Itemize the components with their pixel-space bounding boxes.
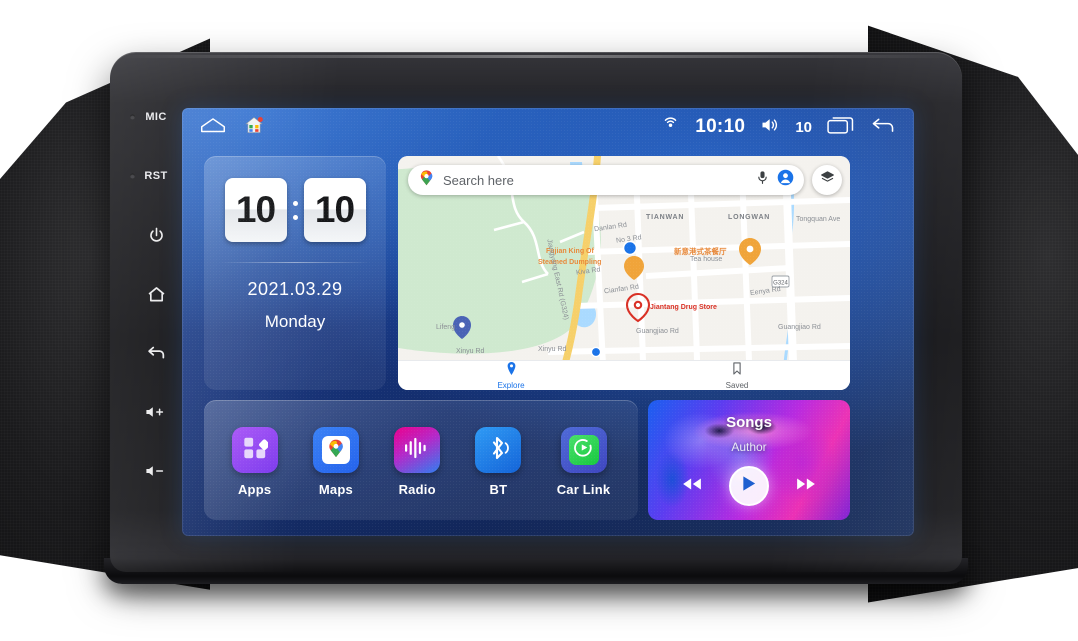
map-label: Lifeng — [436, 324, 456, 331]
head-unit-body: MIC RST 10:10 10 10 10 2021.03.29 Monday… — [104, 52, 968, 584]
layers-icon — [820, 170, 835, 190]
volume-level: 10 — [795, 118, 812, 136]
map-search-bar[interactable]: Search here — [408, 165, 804, 195]
volume-up-icon — [144, 404, 168, 420]
maps-chip — [321, 436, 350, 464]
back-key[interactable] — [128, 323, 184, 382]
google-maps-pin-icon — [418, 169, 435, 191]
app-shortcut-radio[interactable]: Radio — [394, 427, 441, 497]
status-bar: 10:10 10 — [182, 108, 914, 146]
map-bottom-nav: Explore Saved — [398, 360, 850, 390]
status-back-icon[interactable] — [870, 115, 896, 140]
bookmark-icon — [732, 361, 742, 380]
clock-weekday: Monday — [264, 312, 326, 331]
screenshot-stage: MIC RST 10:10 10 10 10 2021.03.29 Monday… — [0, 0, 1078, 641]
volume-icon[interactable] — [760, 116, 780, 139]
app-label-maps: Maps — [318, 482, 353, 497]
power-button[interactable] — [128, 206, 184, 265]
app-shortcut-carlink[interactable]: Car Link — [557, 427, 611, 497]
music-title: Songs — [726, 414, 772, 431]
reset-button[interactable]: RST — [128, 147, 184, 206]
volume-up-key[interactable] — [128, 382, 184, 441]
map-tab-explore[interactable]: Explore — [398, 361, 624, 390]
map-label: Tea house — [690, 256, 723, 263]
pin-icon — [506, 361, 517, 380]
map-label: TIANWAN — [646, 214, 685, 221]
poi-explore-dot — [590, 346, 602, 358]
home-house-icon[interactable] — [244, 115, 264, 140]
app-shortcut-maps[interactable]: Maps — [312, 427, 359, 497]
account-avatar-icon[interactable] — [777, 169, 794, 191]
carplay-link-icon — [573, 437, 594, 463]
carlink-chip — [568, 435, 599, 465]
map-label: Tongquan Ave — [796, 216, 841, 223]
clock-hours: 10 — [224, 178, 287, 242]
clock-minutes: 10 — [303, 178, 366, 242]
map-label: LONGWAN — [728, 214, 771, 221]
app-label-apps: Apps — [237, 482, 272, 497]
map-search-placeholder: Search here — [443, 172, 514, 188]
bt-tile — [475, 427, 522, 473]
app-shortcut-apps[interactable]: Apps — [231, 427, 278, 497]
music-meta: Songs Author — [648, 414, 850, 454]
app-dock: Apps Maps Radio BT Car Link — [204, 400, 638, 520]
app-label-radio: Radio — [398, 482, 436, 497]
play-button[interactable] — [729, 466, 769, 506]
music-controls — [648, 466, 850, 506]
power-icon — [147, 226, 166, 245]
volume-down-key[interactable] — [128, 441, 184, 500]
home-icon — [146, 284, 167, 305]
maps-tile — [312, 427, 359, 473]
app-shortcut-bt[interactable]: BT — [475, 427, 522, 497]
apps-tile — [231, 427, 278, 473]
clock-colon — [292, 200, 298, 220]
carlink-tile — [560, 427, 607, 473]
physical-key-column: MIC RST — [128, 88, 184, 500]
map-label: Guangjiao Rd — [636, 328, 679, 335]
previous-track-icon[interactable] — [681, 476, 703, 497]
head-unit-base — [104, 558, 968, 584]
recents-outline-icon[interactable] — [200, 116, 226, 139]
app-label-carlink: Car Link — [556, 482, 611, 497]
mic-button[interactable]: MIC — [128, 88, 184, 147]
bluetooth-icon — [485, 434, 511, 467]
back-icon — [145, 342, 167, 364]
music-author: Author — [731, 440, 767, 454]
app-label-bt: BT — [489, 482, 508, 497]
bezel-highlight — [118, 55, 954, 58]
next-track-icon[interactable] — [795, 476, 817, 497]
radio-tile — [394, 427, 441, 473]
touchscreen-display[interactable]: 10:10 10 10 10 2021.03.29 Monday G324 TI… — [182, 108, 914, 536]
radio-waveform-icon — [403, 436, 431, 465]
clock-divider — [220, 262, 370, 263]
map-label: Xinyu Rd — [538, 346, 567, 353]
home-key[interactable] — [128, 265, 184, 324]
map-label: Xinyu Rd — [456, 348, 485, 355]
play-icon — [741, 475, 757, 497]
map-widget[interactable]: G324 TIANWAN LONGWAN Tongquan Ave Fujian… — [398, 156, 850, 390]
music-widget[interactable]: Songs Author — [648, 400, 850, 520]
recents-icon[interactable] — [827, 115, 855, 140]
clock-widget[interactable]: 10 10 2021.03.29 Monday — [204, 156, 386, 390]
apps-grid-icon — [242, 435, 270, 466]
mic-icon[interactable] — [756, 170, 769, 190]
volume-down-icon — [144, 463, 168, 479]
map-label: Steamed Dumpling — [538, 259, 602, 266]
map-tab-saved[interactable]: Saved — [624, 361, 850, 390]
map-tab-explore-label: Explore — [497, 380, 525, 390]
clock-date: 2021.03.29 — [247, 279, 343, 299]
map-tab-saved-label: Saved — [725, 380, 749, 390]
google-maps-pin-icon — [326, 438, 346, 463]
app-dock-row: Apps Maps Radio BT Car Link — [204, 400, 638, 520]
map-label: Jiantang Drug Store — [650, 304, 717, 311]
map-label: Guangjiao Rd — [778, 324, 821, 331]
flip-clock: 10 10 — [204, 178, 386, 242]
status-time: 10:10 — [695, 116, 746, 137]
map-layers-button[interactable] — [812, 165, 842, 195]
cast-icon[interactable] — [661, 115, 680, 139]
